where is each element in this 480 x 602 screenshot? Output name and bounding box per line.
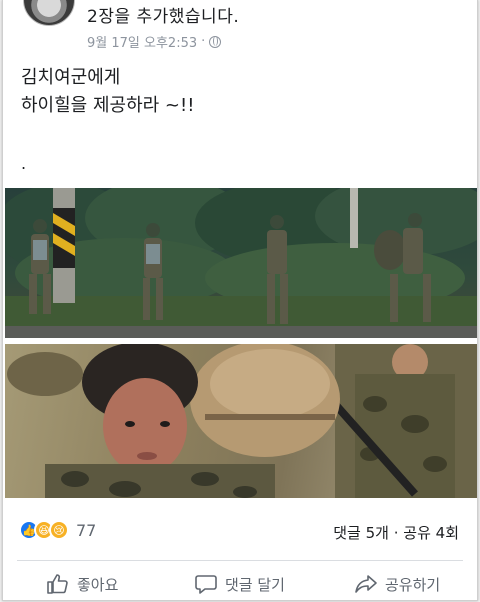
action-divider xyxy=(17,560,463,561)
share-button[interactable]: 공유하기 xyxy=(353,572,440,596)
comment-count[interactable]: 댓글 5개 xyxy=(333,524,389,542)
post-text: 김치여군에게 하이힐을 제공하라 ~!! . xyxy=(21,64,195,173)
comment-label: 댓글 달기 xyxy=(225,575,285,594)
post-text-line1: 김치여군에게 xyxy=(21,67,121,88)
facebook-post-card: 2장을 추가했습니다. 9월 17일 오후2:53 · 김치여군에게 하이힐을 … xyxy=(2,0,478,601)
sad-reaction-icon: 😢 xyxy=(49,520,69,540)
like-button[interactable]: 좋아요 xyxy=(45,572,118,596)
reaction-count: 77 xyxy=(76,520,97,540)
post-title: 2장을 추가했습니다. xyxy=(87,7,240,27)
share-label: 공유하기 xyxy=(385,575,441,594)
comment-icon xyxy=(195,575,217,594)
post-stats: 댓글 5개 · 공유 4회 xyxy=(333,522,459,543)
post-text-line2: 하이힐을 제공하라 ~!! xyxy=(21,95,195,116)
share-count[interactable]: 공유 4회 xyxy=(403,524,459,542)
photo-soldier-closeup-art xyxy=(7,344,477,498)
stats-separator: · xyxy=(393,524,399,542)
photo-soldiers-marching-art xyxy=(5,188,477,338)
comment-button[interactable]: 댓글 달기 xyxy=(193,572,285,596)
post-meta: 9월 17일 오후2:53 · xyxy=(87,32,222,51)
post-text-dot: . xyxy=(21,154,27,173)
meta-separator: · xyxy=(201,34,206,49)
thumbs-up-icon xyxy=(47,574,68,594)
photo-soldier-closeup[interactable] xyxy=(5,344,477,498)
photo-soldiers-marching[interactable] xyxy=(5,188,477,338)
globe-icon[interactable] xyxy=(209,35,222,48)
post-header: 2장을 추가했습니다. 9월 17일 오후2:53 · xyxy=(3,0,477,56)
avatar[interactable] xyxy=(23,0,75,26)
action-bar: 좋아요 댓글 달기 공유하기 xyxy=(3,572,477,600)
post-date[interactable]: 9월 17일 오후2:53 xyxy=(87,32,197,51)
like-label: 좋아요 xyxy=(77,575,119,594)
share-arrow-icon xyxy=(355,575,377,593)
reactions-summary[interactable]: 👍 😆 😢 77 xyxy=(19,520,96,540)
